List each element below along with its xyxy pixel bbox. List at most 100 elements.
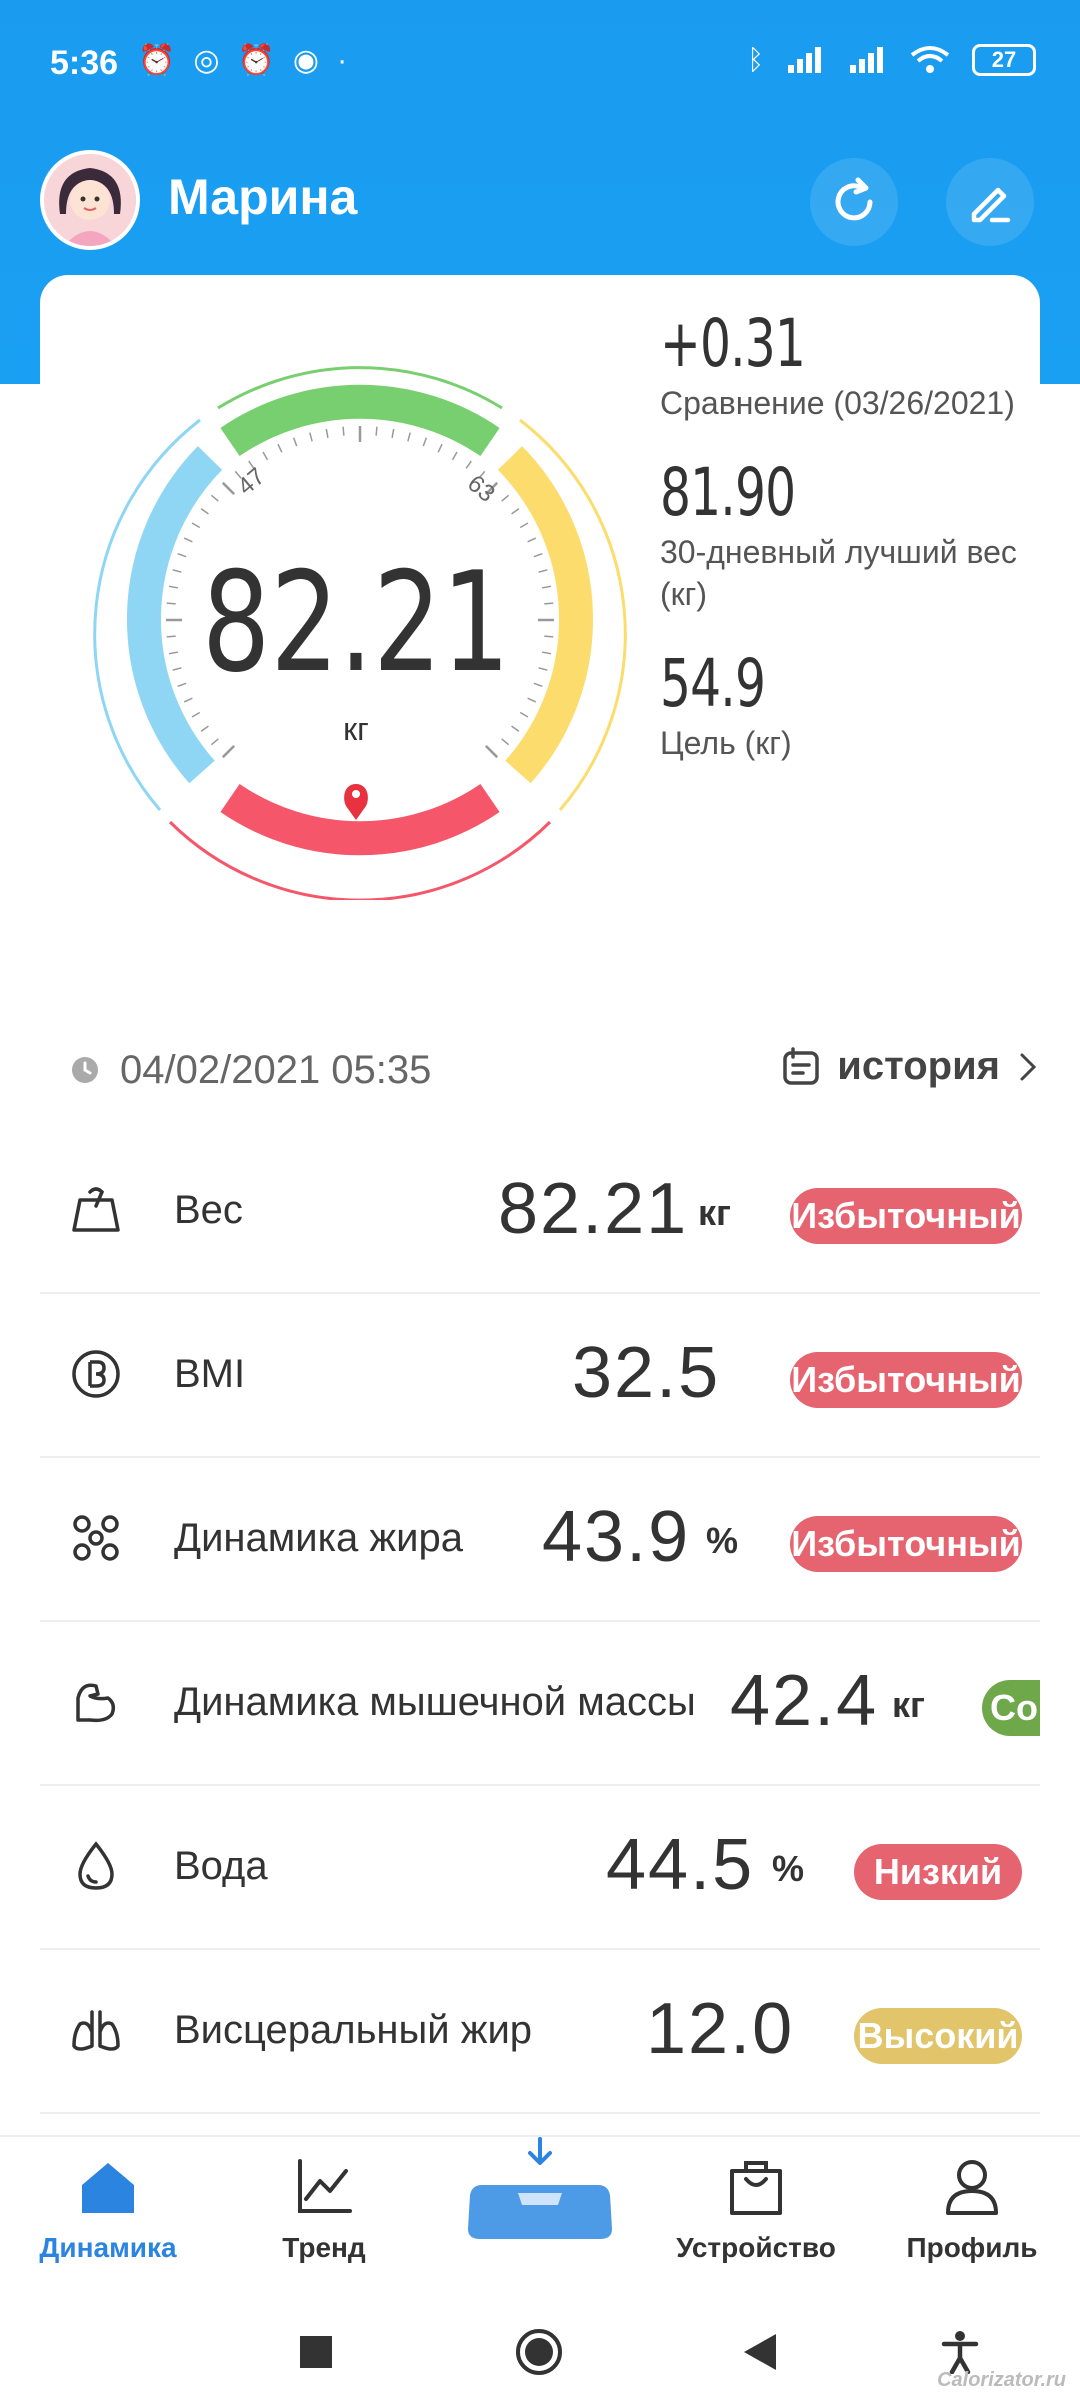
- gauge-tick: [292, 437, 298, 447]
- gauge-tick: [168, 585, 178, 589]
- user-name: Марина: [168, 169, 358, 225]
- metrics-list: Вес 82.21 кг Избыточный BMI 32.5 Избыточ…: [40, 1130, 1040, 2114]
- water-drop-icon: [78, 1841, 114, 1890]
- history-list-icon: [783, 1046, 820, 1085]
- gauge-tick: [262, 451, 269, 461]
- download-arrow-icon: [528, 2137, 552, 2165]
- metric-value: 82.21: [498, 1169, 689, 1249]
- nav-device[interactable]: Устройство: [666, 2155, 846, 2264]
- bottom-navigation: Динамика Тренд Устройство Профиль: [0, 2135, 1080, 2270]
- nav-scale-device[interactable]: [450, 2137, 630, 2255]
- metric-row-weight[interactable]: Вес 82.21 кг Избыточный: [40, 1130, 1040, 1294]
- history-link[interactable]: история: [781, 1044, 1040, 1089]
- metric-row-fat[interactable]: Динамика жира 43.9 % Избыточный: [40, 1458, 1040, 1622]
- scale-device-icon: [468, 2185, 612, 2239]
- gauge-tick: [542, 651, 552, 655]
- gauge-tick: [484, 744, 499, 759]
- shopping-bag-icon: [730, 2161, 782, 2215]
- system-icons: ᛒ 27: [747, 44, 1036, 76]
- gauge-tick: [166, 635, 176, 638]
- nav-profile[interactable]: Профиль: [882, 2155, 1062, 2264]
- gauge-tick: [200, 508, 209, 515]
- metric-name: Вода: [174, 1844, 268, 1888]
- gauge-tick: [519, 522, 529, 529]
- measurement-datetime: 04/02/2021 05:35: [120, 1047, 432, 1092]
- muscle-icon: [76, 1683, 116, 1723]
- app-notification-icon: ◉: [292, 44, 320, 77]
- clock-icon: [72, 1057, 98, 1083]
- fat-icon: [73, 1515, 119, 1561]
- metric-name: Висцеральный жир: [174, 2008, 533, 2052]
- metric-row-water[interactable]: Вода 44.5 % Низкий: [40, 1786, 1040, 1950]
- nav-dynamics[interactable]: Динамика: [18, 2155, 198, 2264]
- gauge-tick: [342, 426, 345, 436]
- avatar[interactable]: [40, 150, 140, 250]
- home-icon: [82, 2163, 134, 2213]
- comparison-stat: +0.31 Сравнение (03/26/2021): [660, 305, 1020, 424]
- metric-value: 43.9: [542, 1497, 691, 1577]
- metric-name: Вес: [174, 1188, 243, 1232]
- best-weight-stat: 81.90 30-дневный лучший вес (кг): [660, 454, 1020, 615]
- gauge-value: 82.21: [202, 543, 510, 704]
- gauge-tick: [166, 602, 176, 605]
- gauge-tick: [511, 725, 520, 732]
- gauge-tick: [183, 697, 193, 703]
- nav-trend[interactable]: Тренд: [234, 2155, 414, 2264]
- gauge-tick: [533, 552, 543, 558]
- more-dot-icon: ·: [337, 44, 348, 77]
- stat-value: +0.31: [660, 305, 806, 382]
- chevron-right-icon: [1020, 1053, 1037, 1080]
- metric-unit: %: [706, 1520, 739, 1561]
- gauge-tick: [422, 437, 428, 447]
- edit-button[interactable]: [946, 158, 1034, 246]
- battery-indicator: 27: [972, 44, 1036, 76]
- gauge-tick: [538, 569, 548, 573]
- status-badge: Избыточный: [790, 1516, 1022, 1572]
- back-triangle-icon[interactable]: [742, 2332, 778, 2372]
- bmi-icon: [72, 1350, 120, 1398]
- refresh-button[interactable]: [810, 158, 898, 246]
- gauge-tick: [527, 697, 537, 703]
- metric-row-visceral-fat[interactable]: Висцеральный жир 12.0 Высокий: [40, 1950, 1040, 2114]
- gauge-tick: [538, 667, 548, 671]
- trend-chart-icon: [298, 2159, 352, 2213]
- gauge-tick: [407, 432, 411, 442]
- gauge-tick: [533, 682, 543, 688]
- history-label: история: [837, 1044, 1000, 1088]
- gauge-tick: [501, 738, 510, 746]
- gauge-tick: [391, 428, 395, 438]
- stat-label: Сравнение (03/26/2021): [660, 385, 1015, 421]
- lungs-icon: [72, 2010, 120, 2051]
- watermark: Calorizator.ru: [937, 2369, 1066, 2391]
- metric-value: 32.5: [572, 1333, 721, 1413]
- gauge-tick: [210, 738, 219, 746]
- metric-name: BMI: [174, 1352, 246, 1396]
- profile-header: Марина: [40, 150, 1040, 250]
- stat-label: Цель (кг): [660, 725, 792, 761]
- gauge-tick: [168, 651, 178, 655]
- accessibility-icon[interactable]: [940, 2330, 980, 2374]
- alarm-icon: ⏰: [138, 44, 176, 77]
- gauge-tick-min-label: 47: [233, 463, 271, 501]
- recents-square-icon[interactable]: [298, 2334, 334, 2370]
- metric-row-bmi[interactable]: BMI 32.5 Избыточный: [40, 1294, 1040, 1458]
- stat-value: 81.90: [660, 454, 796, 531]
- instagram-icon: ◎: [193, 44, 220, 77]
- gauge-tick: [544, 602, 554, 605]
- gauge-tick: [191, 711, 201, 718]
- gauge-tick: [277, 443, 283, 453]
- gauge-tick: [451, 451, 458, 461]
- system-navigation-bar: Calorizator.ru: [0, 2270, 1080, 2400]
- gauge-tick: [511, 508, 520, 515]
- gauge-unit: кг: [343, 711, 369, 747]
- home-circle-icon[interactable]: [514, 2327, 564, 2377]
- gauge-tick: [519, 711, 529, 718]
- nav-label: Динамика: [39, 2232, 177, 2263]
- gauge-tick: [501, 494, 510, 502]
- edit-pencil-icon: [971, 187, 1011, 223]
- gauge-tick: [325, 428, 329, 438]
- status-bar: 5:36 ⏰ ◎ ⏰ ◉ · ᛒ 27: [0, 0, 1080, 130]
- gauge-tick: [177, 682, 187, 688]
- nav-label: Тренд: [282, 2232, 366, 2263]
- metric-row-muscle[interactable]: Динамика мышечной массы 42.4 кг Совер: [40, 1622, 1040, 1786]
